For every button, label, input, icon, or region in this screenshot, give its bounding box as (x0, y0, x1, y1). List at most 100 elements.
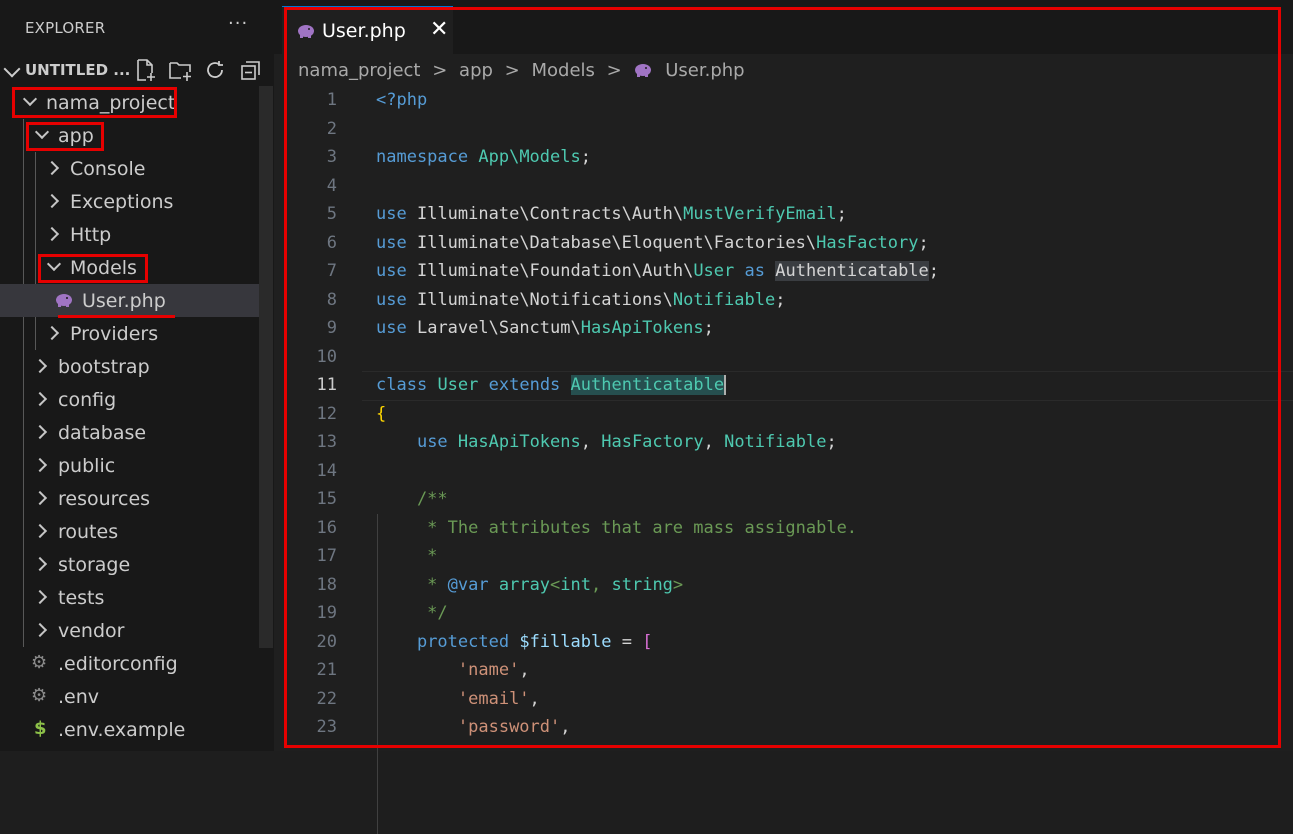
code-line: 16 * The attributes that are mass assign… (274, 514, 1293, 542)
tree-item-label: storage (58, 554, 131, 576)
tree-item-label: Exceptions (70, 191, 174, 213)
collapse-all-icon[interactable] (239, 58, 263, 82)
code-text: use Illuminate\Contracts\Auth\MustVerify… (376, 204, 847, 224)
tree-item-label: nama_project (46, 92, 176, 114)
explorer-title: EXPLORER (25, 19, 106, 37)
tree-item-label: tests (58, 587, 105, 609)
tree-item-label: .env.example (58, 719, 186, 741)
tree-item-resources[interactable]: resources (0, 482, 260, 515)
tree-item-label: Providers (70, 323, 159, 345)
gear-icon: ⚙ (31, 652, 48, 673)
code-text: 'email', (457, 688, 540, 709)
code-line: 4 (274, 172, 1293, 200)
code-text: class User extends Authenticatable (376, 375, 727, 395)
chevron-right-icon (32, 556, 48, 572)
new-file-icon[interactable] (133, 58, 157, 82)
tree-item-public[interactable]: public (0, 449, 260, 482)
dollar-icon: $ (34, 718, 47, 739)
tree-item-label: public (58, 455, 116, 477)
code-line: 21 'name', (274, 656, 1293, 684)
tree-item-http[interactable]: Http (0, 218, 260, 251)
code-text: use Laravel\Sanctum\HasApiTokens; (376, 318, 714, 338)
more-actions-icon[interactable]: ··· (228, 13, 248, 34)
tree-item-user-php[interactable]: User.php (0, 284, 273, 317)
line-number: 22 (316, 688, 337, 709)
code-line: 13 use HasApiTokens, HasFactory, Notifia… (274, 428, 1293, 456)
tree-item-label: routes (58, 521, 119, 543)
tree-item-label: resources (58, 488, 151, 510)
new-folder-icon[interactable] (168, 58, 192, 82)
chevron-right-icon (44, 325, 60, 341)
breadcrumb-item[interactable]: Models (532, 60, 595, 81)
tree-item-nama-project[interactable]: nama_project (0, 86, 260, 119)
line-number: 4 (326, 175, 337, 196)
code-line: 2 (274, 115, 1293, 143)
code-line: 15 /** (274, 485, 1293, 513)
tree-item-label: database (58, 422, 147, 444)
breadcrumb: nama_project > app > Models > User.php (298, 60, 751, 82)
tree-item-label: config (58, 389, 117, 411)
chevron-down-icon (3, 60, 21, 78)
php-elephant-icon (635, 64, 652, 77)
code-line: 5 use Illuminate\Contracts\Auth\MustVeri… (274, 200, 1293, 228)
line-number: 8 (326, 289, 337, 310)
tab-user-php[interactable]: User.php ✕ (282, 6, 453, 55)
breadcrumb-separator: > (504, 60, 520, 81)
code-line-current: 11 class User extends Authenticatable (274, 371, 1293, 401)
line-number: 12 (316, 403, 337, 424)
sidebar-scrollbar[interactable] (259, 86, 273, 648)
tree-item-routes[interactable]: routes (0, 515, 260, 548)
explorer-sidebar: EXPLORER ··· UNTITLED ... nama_project a… (0, 0, 274, 751)
chevron-right-icon (32, 523, 48, 539)
tree-item-label: User.php (82, 290, 166, 312)
breadcrumb-item[interactable]: User.php (665, 60, 744, 81)
editor-area: User.php ✕ nama_project > app > Models >… (274, 0, 1293, 834)
tree-item-database[interactable]: database (0, 416, 260, 449)
tree-item-env-example[interactable]: $ .env.example (0, 713, 260, 746)
breadcrumb-separator: > (432, 60, 448, 81)
tree-item-models[interactable]: Models (0, 251, 260, 284)
refresh-icon[interactable] (203, 58, 227, 82)
tree-item-label: .env (58, 686, 100, 708)
chevron-right-icon (32, 424, 48, 440)
code-text: use Illuminate\Database\Eloquent\Factori… (376, 232, 929, 253)
workspace-name: UNTITLED ... (25, 61, 131, 79)
chevron-down-icon (34, 124, 50, 140)
workspace-section-header[interactable]: UNTITLED ... (0, 56, 274, 86)
tree-item-label: app (58, 125, 94, 147)
tree-item-console[interactable]: Console (0, 152, 260, 185)
code-line: 14 (274, 457, 1293, 485)
tree-item-editorconfig[interactable]: ⚙ .editorconfig (0, 647, 260, 680)
chevron-right-icon (44, 160, 60, 176)
tree-item-label: Models (70, 257, 137, 279)
code-line: 7 use Illuminate\Foundation\Auth\User as… (274, 257, 1293, 285)
code-line: 17 * (274, 542, 1293, 570)
tree-item-bootstrap[interactable]: bootstrap (0, 350, 260, 383)
tree-item-providers[interactable]: Providers (0, 317, 260, 350)
code-line: 8 use Illuminate\Notifications\Notifiabl… (274, 286, 1293, 314)
gear-icon: ⚙ (31, 685, 48, 706)
chevron-right-icon (44, 226, 60, 242)
tab-bar: User.php ✕ (274, 0, 1293, 55)
tree-item-storage[interactable]: storage (0, 548, 260, 581)
breadcrumb-item[interactable]: nama_project (298, 60, 420, 81)
code-line: 23 'password', (274, 713, 1293, 741)
breadcrumb-item[interactable]: app (459, 60, 493, 81)
line-number: 6 (326, 232, 337, 253)
tree-item-env[interactable]: ⚙ .env (0, 680, 260, 713)
code-line: 3 namespace App\Models; (274, 143, 1293, 171)
code-text: /** (376, 489, 448, 509)
chevron-right-icon (44, 193, 60, 209)
chevron-right-icon (32, 391, 48, 407)
code-line: 20 protected $fillable = [ (274, 628, 1293, 656)
tree-item-exceptions[interactable]: Exceptions (0, 185, 260, 218)
chevron-down-icon (46, 256, 62, 272)
tree-item-app[interactable]: app (0, 119, 260, 152)
code-text: */ (376, 603, 448, 623)
line-number: 14 (316, 460, 337, 481)
tree-item-config[interactable]: config (0, 383, 260, 416)
close-icon[interactable]: ✕ (430, 17, 448, 42)
line-number: 15 (316, 489, 337, 509)
tree-item-tests[interactable]: tests (0, 581, 260, 614)
tree-item-vendor[interactable]: vendor (0, 614, 260, 647)
